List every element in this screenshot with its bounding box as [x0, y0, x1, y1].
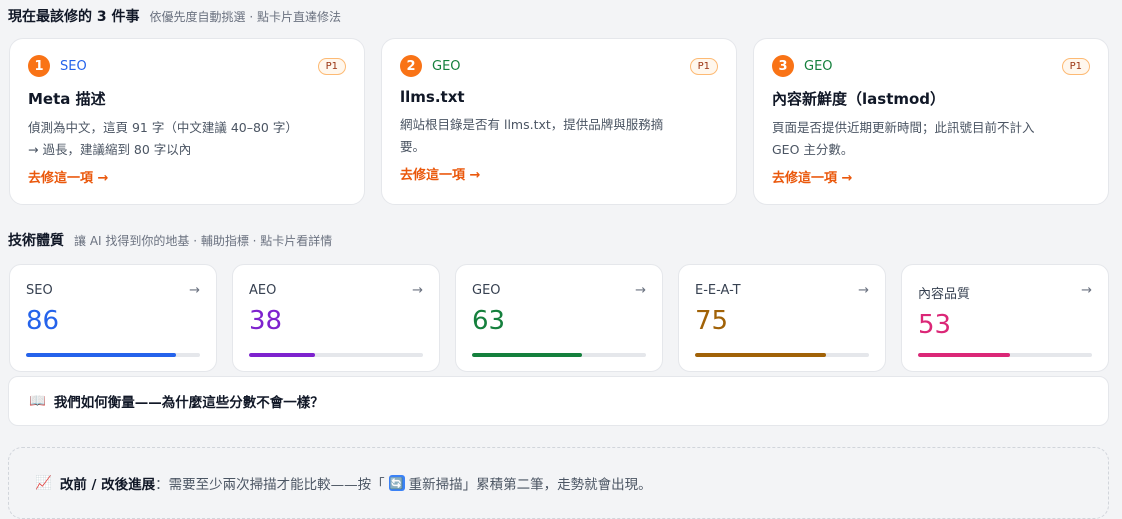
score-label: GEO	[472, 283, 501, 298]
trend-chart-icon: 📈	[35, 475, 52, 491]
fix-description-line: GEO 主分數。	[772, 142, 854, 157]
fix-card-meta-description[interactable]: 1 SEO P1 Meta 描述 偵測為中文，這頁 91 字（中文建議 40–8…	[9, 38, 365, 205]
fix-link[interactable]: 去修這一項 →	[772, 167, 852, 186]
fix-description: 頁面是否提供近期更新時間；此訊號目前不計入 GEO 主分數。	[772, 117, 1090, 161]
priority-badge: P1	[1061, 57, 1090, 75]
fix-link[interactable]: 去修這一項 →	[400, 164, 480, 183]
top-fixes-header: 現在最該修的 3 件事 依優先度自動挑選 · 點卡片直達修法	[8, 6, 341, 26]
fix-name: llms.txt	[400, 88, 465, 106]
priority-badge: P1	[317, 57, 346, 75]
arrow-right-icon: →	[1081, 283, 1092, 298]
fix-card-llms-txt[interactable]: 2 GEO P1 llms.txt 網站根目錄是否有 llms.txt，提供品牌…	[381, 38, 737, 205]
fix-description-line: 網站根目錄是否有 llms.txt，提供品牌與服務摘	[400, 117, 664, 132]
top-fixes-subtitle: 依優先度自動挑選 · 點卡片直達修法	[149, 10, 341, 24]
book-icon: 📖	[29, 393, 46, 409]
score-value: 38	[249, 306, 283, 336]
fix-description-line: 偵測為中文，這頁 91 字（中文建議 40–80 字）	[28, 120, 298, 135]
score-label: SEO	[26, 283, 53, 298]
progress-title: 改前 / 改後進展	[59, 477, 156, 493]
score-bar-fill	[472, 353, 582, 357]
score-bar	[26, 353, 200, 357]
fix-description-line: → 過長，建議縮到 80 字以內	[28, 142, 192, 157]
priority-badge: P1	[689, 57, 718, 75]
score-bar-fill	[26, 353, 176, 357]
how-we-measure-toggle[interactable]: 📖 我們如何衡量——為什麼這些分數不會一樣？	[8, 376, 1109, 426]
tech-health-header: 技術體質 讓 AI 找得到你的地基 · 輔助指標 · 點卡片看詳情	[8, 230, 332, 250]
score-value: 75	[695, 306, 729, 336]
score-card-aeo[interactable]: AEO → 38	[232, 264, 440, 372]
rank-badge: 2	[400, 55, 422, 77]
arrow-right-icon: →	[635, 283, 646, 298]
score-bar	[918, 353, 1092, 357]
score-card-seo[interactable]: SEO → 86	[9, 264, 217, 372]
category-label: SEO	[60, 58, 87, 74]
before-after-progress-panel: 📈 改前 / 改後進展 ：需要至少兩次掃描才能比較——按「 🔄 重新掃描」累積第…	[8, 447, 1109, 519]
score-value: 63	[472, 306, 506, 336]
how-we-measure-label: 我們如何衡量——為什麼這些分數不會一樣？	[53, 395, 324, 411]
progress-text-before: ：需要至少兩次掃描才能比較——按「	[155, 477, 385, 493]
score-bar	[249, 353, 423, 357]
category-label: GEO	[804, 58, 833, 74]
score-label: AEO	[249, 283, 277, 298]
fix-description: 網站根目錄是否有 llms.txt，提供品牌與服務摘 要。	[400, 114, 718, 158]
score-bar	[472, 353, 646, 357]
refresh-icon: 🔄	[388, 475, 405, 491]
tech-health-title: 技術體質	[8, 233, 64, 249]
fix-description-line: 要。	[400, 139, 426, 154]
score-card-geo[interactable]: GEO → 63	[455, 264, 663, 372]
score-card-eeat[interactable]: E-E-A-T → 75	[678, 264, 886, 372]
fix-description: 偵測為中文，這頁 91 字（中文建議 40–80 字） → 過長，建議縮到 80…	[28, 117, 346, 161]
fix-link[interactable]: 去修這一項 →	[28, 167, 108, 186]
fix-name: 內容新鮮度（lastmod）	[772, 90, 946, 108]
score-label: 內容品質	[918, 287, 971, 302]
fix-description-line: 頁面是否提供近期更新時間；此訊號目前不計入	[772, 120, 1035, 135]
fix-card-content-freshness[interactable]: 3 GEO P1 內容新鮮度（lastmod） 頁面是否提供近期更新時間；此訊號…	[753, 38, 1109, 205]
progress-text-after: 重新掃描」累積第二筆，走勢就會出現。	[408, 477, 652, 493]
top-fixes-title: 現在最該修的 3 件事	[8, 9, 140, 25]
score-bar-fill	[695, 353, 826, 357]
score-label: E-E-A-T	[695, 283, 741, 298]
score-bar	[695, 353, 869, 357]
rank-badge: 1	[28, 55, 50, 77]
rank-badge: 3	[772, 55, 794, 77]
arrow-right-icon: →	[858, 283, 869, 298]
arrow-right-icon: →	[189, 283, 200, 298]
score-bar-fill	[249, 353, 316, 357]
score-card-content-quality[interactable]: 內容品質 → 53	[901, 264, 1109, 372]
score-bar-fill	[918, 353, 1011, 357]
fix-name: Meta 描述	[28, 90, 106, 108]
score-value: 53	[918, 310, 952, 340]
tech-health-subtitle: 讓 AI 找得到你的地基 · 輔助指標 · 點卡片看詳情	[74, 234, 333, 248]
score-value: 86	[26, 306, 60, 336]
arrow-right-icon: →	[412, 283, 423, 298]
category-label: GEO	[432, 58, 461, 74]
